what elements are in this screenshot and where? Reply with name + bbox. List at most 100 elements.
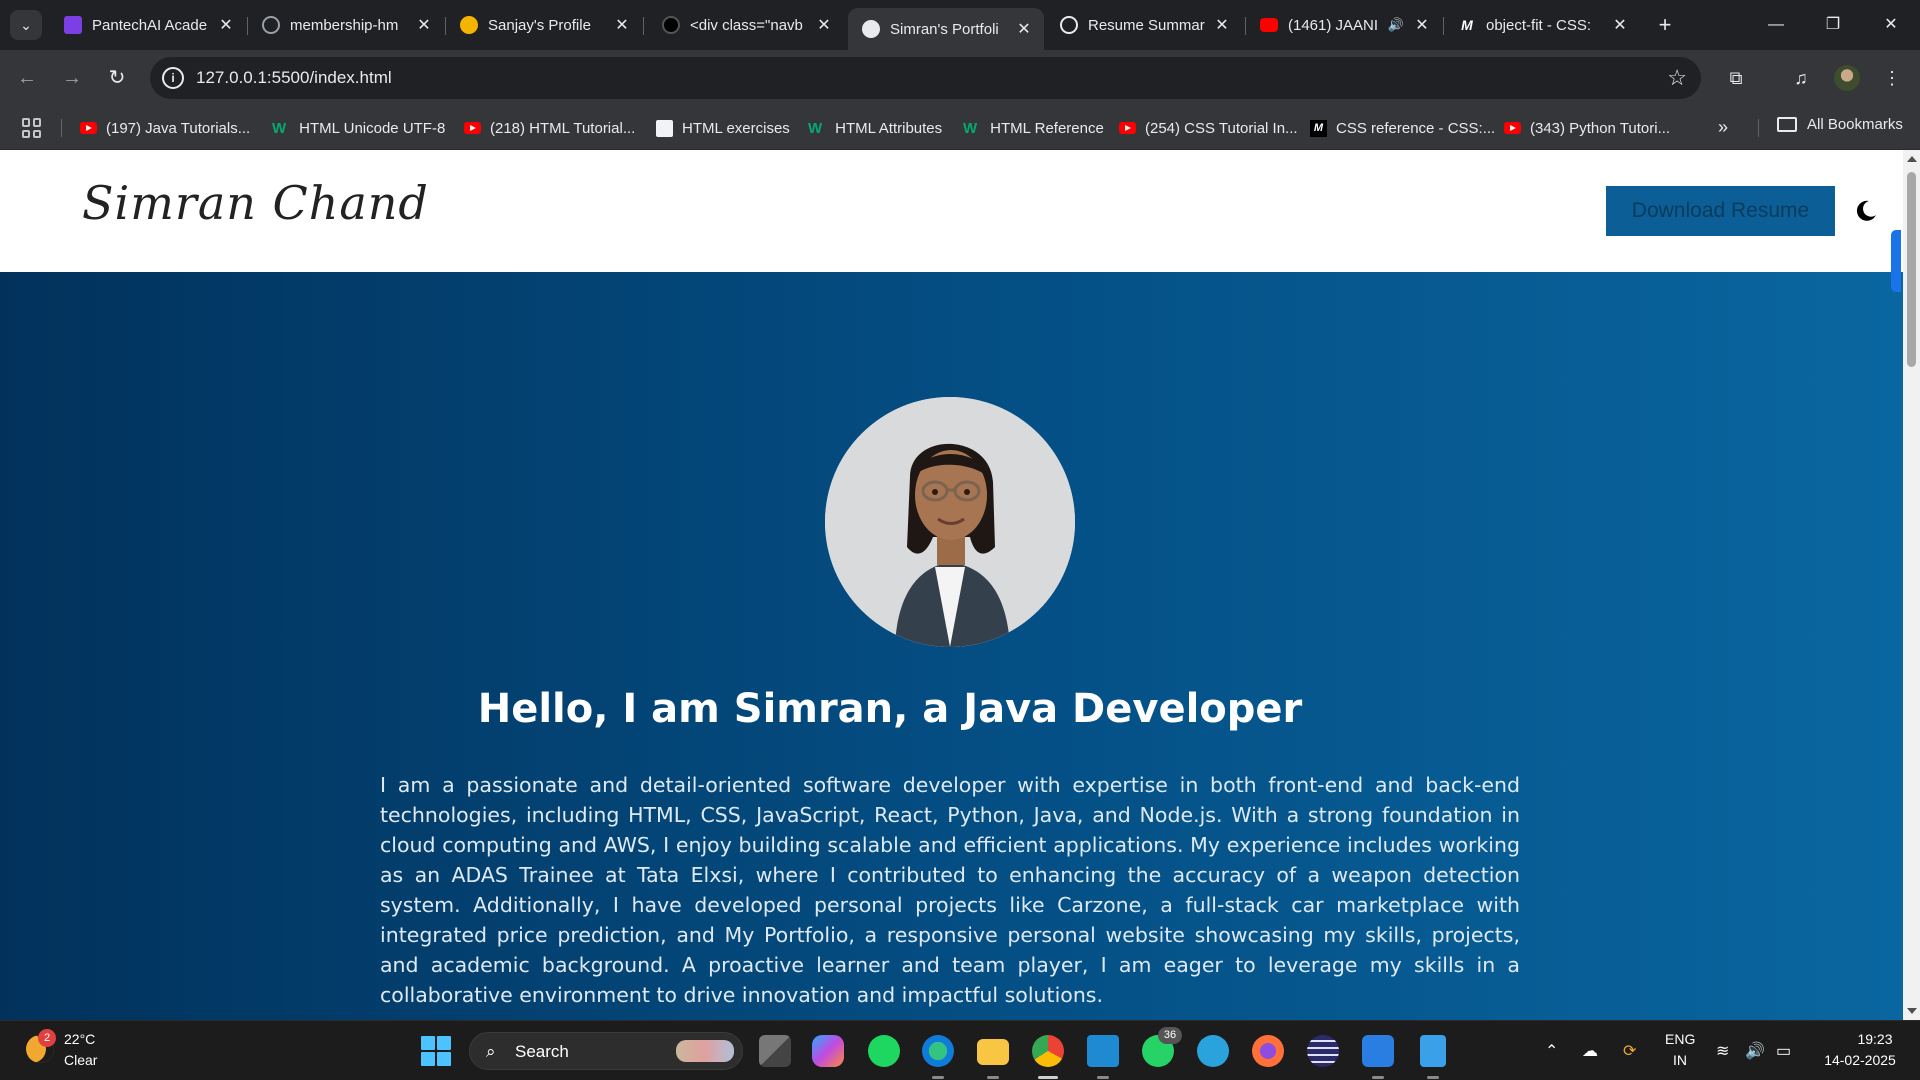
restore-button[interactable]: ❐: [1810, 10, 1856, 40]
bookmarks-bar: (197) Java Tutorials... W HTML Unicode U…: [0, 106, 1920, 150]
page-scrollbar[interactable]: [1903, 150, 1920, 1020]
vscode-icon[interactable]: [1087, 1035, 1119, 1067]
wifi-icon[interactable]: ≋: [1716, 1041, 1729, 1061]
bookmark-label: (254) CSS Tutorial In...: [1145, 119, 1298, 137]
close-icon[interactable]: ✕: [414, 15, 434, 35]
all-bookmarks-button[interactable]: All Bookmarks: [1777, 116, 1903, 133]
volume-icon[interactable]: 🔊: [1745, 1041, 1765, 1061]
sync-icon[interactable]: ⟳: [1623, 1041, 1636, 1061]
task-view-icon[interactable]: [759, 1035, 791, 1067]
bookmark-label: (218) HTML Tutorial...: [490, 119, 636, 137]
minimize-button[interactable]: —: [1753, 10, 1799, 40]
close-icon[interactable]: ✕: [1412, 15, 1432, 35]
keyboard-layout-indicator[interactable]: IN: [1673, 1052, 1687, 1068]
scroll-down-arrow-icon[interactable]: [1907, 1008, 1917, 1014]
bookmark-label: HTML exercises: [682, 119, 790, 137]
eclipse-icon[interactable]: [1307, 1035, 1339, 1067]
site-logo[interactable]: Simran Chand: [82, 176, 429, 230]
tab-title: object-fit - CSS:: [1486, 16, 1592, 34]
bookmark-star-icon[interactable]: ☆: [1667, 65, 1687, 91]
bookmark-css-reference[interactable]: M CSS reference - CSS:...: [1310, 117, 1495, 139]
url-text[interactable]: 127.0.0.1:5500/index.html: [196, 68, 392, 88]
close-icon[interactable]: ✕: [216, 15, 236, 35]
tab-simran-portfolio[interactable]: Simran's Portfoli ✕: [848, 8, 1044, 50]
back-button[interactable]: ←: [12, 63, 42, 93]
file-explorer-icon[interactable]: [977, 1039, 1009, 1065]
bookmark-html-unicode[interactable]: W HTML Unicode UTF-8: [272, 117, 445, 139]
bookmark-html-exercises[interactable]: HTML exercises: [656, 117, 790, 139]
spotify-icon[interactable]: [868, 1035, 900, 1067]
tab-resume-summary[interactable]: Resume Summar ✕: [1046, 8, 1242, 42]
paint-icon[interactable]: [1362, 1035, 1394, 1067]
weather-temperature: 22°C: [64, 1031, 96, 1047]
moon-icon[interactable]: [1854, 199, 1878, 223]
notepad-icon[interactable]: [1420, 1035, 1446, 1067]
scroll-up-arrow-icon[interactable]: [1907, 156, 1917, 162]
language-indicator[interactable]: ENG: [1665, 1031, 1695, 1047]
onedrive-cloud-icon[interactable]: ☁: [1582, 1041, 1598, 1061]
youtube-icon: [464, 122, 481, 134]
firefox-icon[interactable]: [1252, 1035, 1284, 1067]
bookmark-python-tutorial[interactable]: (343) Python Tutori...: [1504, 117, 1670, 139]
search-icon: ⌕: [486, 1042, 496, 1061]
more-bookmarks-chevron-icon[interactable]: »: [1718, 117, 1728, 138]
close-window-button[interactable]: ✕: [1868, 10, 1914, 40]
taskbar-search-box[interactable]: ⌕ Search: [469, 1032, 743, 1070]
tab-sanjay-profile[interactable]: Sanjay's Profile ✕: [446, 8, 642, 42]
search-highlight-image: [676, 1040, 734, 1062]
windows-start-icon[interactable]: [421, 1036, 451, 1066]
scrollbar-thumb[interactable]: [1907, 172, 1916, 367]
explorer-running-indicator: [987, 1076, 999, 1079]
chrome-active-indicator: [1038, 1076, 1058, 1079]
tab-title: membership-hm: [290, 16, 399, 34]
bookmark-label: HTML Attributes: [835, 119, 943, 137]
bookmark-css-tutorial[interactable]: (254) CSS Tutorial In...: [1119, 117, 1298, 139]
close-icon[interactable]: ✕: [814, 15, 834, 35]
side-panel-tab[interactable]: [1891, 230, 1901, 292]
telegram-icon[interactable]: [1197, 1035, 1229, 1067]
edge-running-indicator: [932, 1076, 944, 1079]
copilot-icon[interactable]: [812, 1035, 844, 1067]
tab-membership[interactable]: membership-hm ✕: [248, 8, 444, 42]
tab-pantechai[interactable]: PantechAI Acade ✕: [50, 8, 246, 42]
close-icon[interactable]: ✕: [1014, 19, 1034, 39]
weather-badge: 2: [38, 1029, 56, 1047]
site-header: Simran Chand Download Resume: [0, 150, 1903, 272]
clock-date[interactable]: 14-02-2025: [1815, 1052, 1905, 1068]
tab-youtube-jaani[interactable]: (1461) JAANI 🔊 ✕: [1246, 8, 1442, 42]
codepen-icon: [662, 16, 680, 34]
battery-icon[interactable]: ▭: [1776, 1041, 1791, 1061]
site-info-icon[interactable]: i: [162, 67, 184, 89]
close-icon[interactable]: ✕: [1212, 15, 1232, 35]
bookmark-html-attributes[interactable]: W HTML Attributes: [808, 117, 942, 139]
media-controls-icon[interactable]: ♫: [1786, 63, 1816, 93]
whatsapp-badge: 36: [1158, 1027, 1182, 1044]
weather-status: Clear: [64, 1052, 98, 1068]
profile-avatar[interactable]: [1834, 65, 1860, 91]
extensions-icon[interactable]: ⧉: [1721, 63, 1751, 93]
tab-search-button[interactable]: ⌄: [10, 10, 42, 40]
apps-grid-icon[interactable]: [22, 118, 42, 138]
forward-button[interactable]: →: [57, 63, 87, 93]
show-hidden-icons-chevron-icon[interactable]: ⌃: [1545, 1041, 1558, 1061]
tab-divider: [643, 17, 644, 35]
close-icon[interactable]: ✕: [612, 15, 632, 35]
menu-icon[interactable]: ⋮: [1877, 63, 1907, 93]
speaker-icon[interactable]: 🔊: [1388, 17, 1404, 33]
bookmark-java-tutorials[interactable]: (197) Java Tutorials...: [80, 117, 250, 139]
w3schools-icon: W: [808, 119, 823, 137]
chrome-icon[interactable]: [1032, 1035, 1064, 1067]
address-bar[interactable]: i 127.0.0.1:5500/index.html ☆: [150, 57, 1701, 99]
taskbar-search-label: Search: [515, 1042, 569, 1061]
close-icon[interactable]: ✕: [1610, 15, 1630, 35]
reload-button[interactable]: ↻: [102, 63, 132, 93]
download-resume-button[interactable]: Download Resume: [1606, 186, 1835, 236]
bookmark-html-tutorial[interactable]: (218) HTML Tutorial...: [464, 117, 635, 139]
bookmark-label: (197) Java Tutorials...: [106, 119, 251, 137]
edge-icon[interactable]: [922, 1035, 954, 1067]
tab-div-navbar[interactable]: <div class="navb ✕: [648, 8, 844, 42]
new-tab-button[interactable]: +: [1651, 10, 1679, 40]
tab-object-fit[interactable]: M object-fit - CSS: ✕: [1444, 8, 1640, 42]
bookmark-html-reference[interactable]: W HTML Reference: [963, 117, 1104, 139]
clock-time[interactable]: 19:23: [1845, 1031, 1905, 1047]
